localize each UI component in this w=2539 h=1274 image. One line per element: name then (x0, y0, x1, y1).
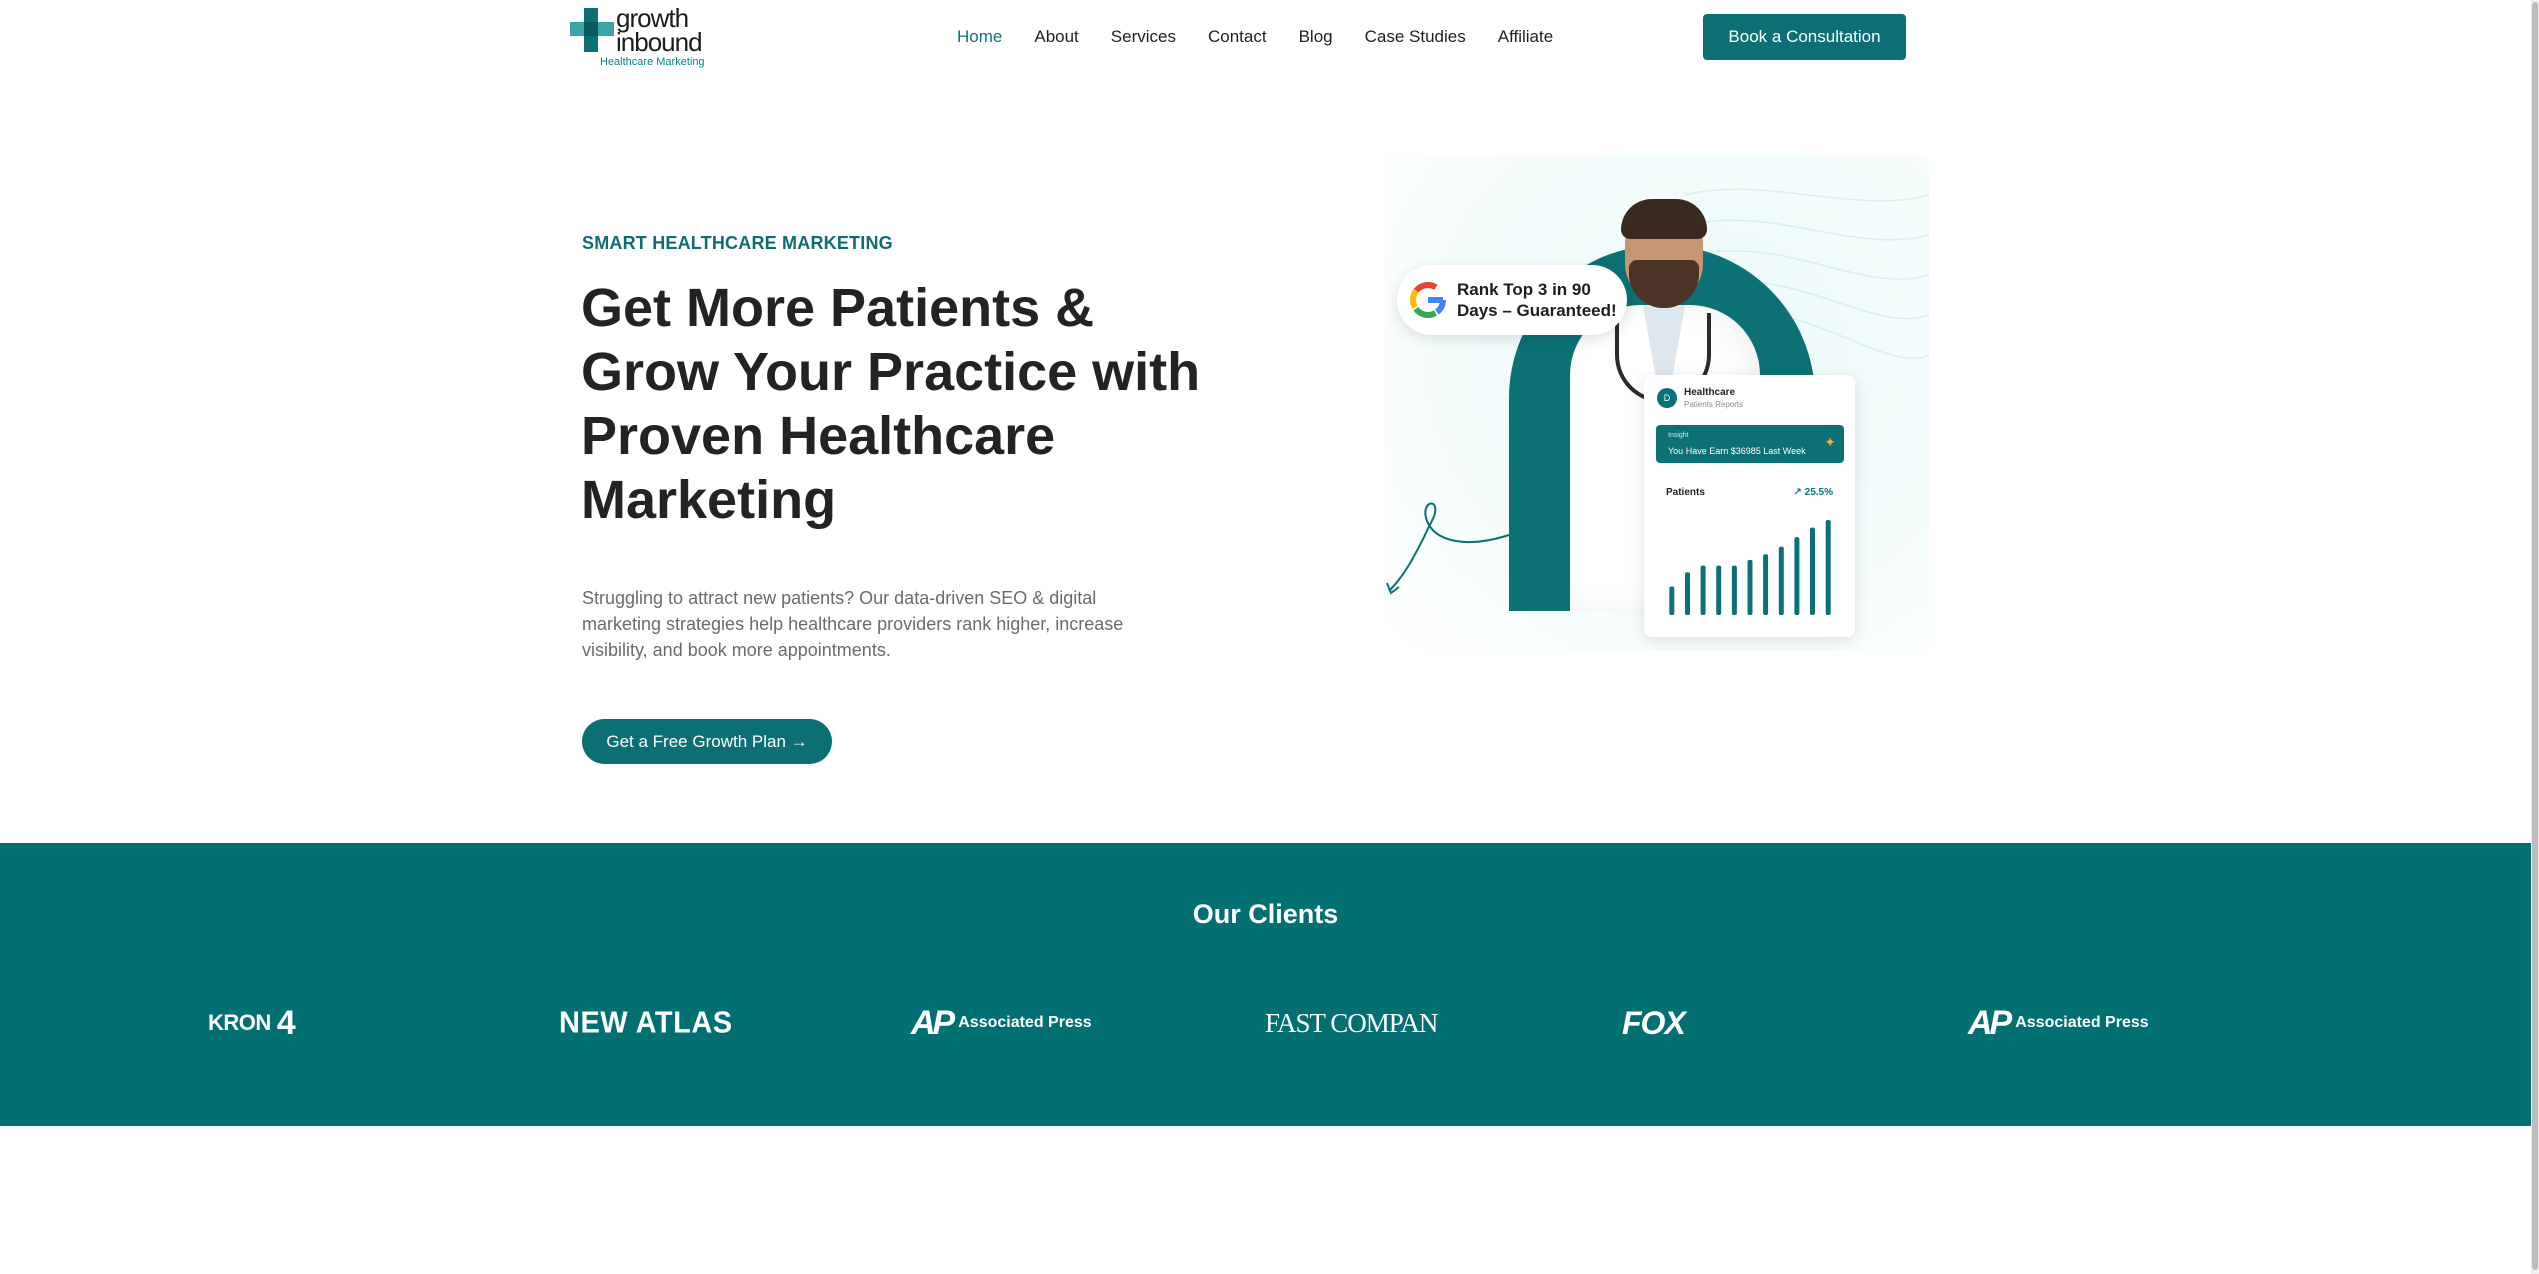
ap-mark: AP (1968, 1003, 2012, 1042)
main-nav: Home About Services Contact Blog Case St… (957, 26, 1585, 48)
nav-about[interactable]: About (1034, 26, 1078, 48)
insight-label: Insight (1668, 432, 1689, 439)
client-logo-ap-text: Associated Press (958, 1014, 1092, 1031)
nav-blog[interactable]: Blog (1299, 26, 1333, 48)
logo-word-inbound: inbound (616, 27, 703, 57)
insight-value: You Have Earn $36985 Last Week (1668, 446, 1806, 456)
hero-headline: Get More Patients & Grow Your Practice w… (581, 278, 1201, 530)
card-title: Healthcare (1684, 387, 1736, 398)
clients-heading: Our Clients (1192, 899, 1339, 929)
patients-bar (1716, 565, 1722, 615)
google-icon (1410, 282, 1446, 318)
patients-bar (1731, 565, 1737, 615)
nav-contact[interactable]: Contact (1208, 26, 1267, 48)
ap-mark: AP (911, 1003, 955, 1042)
client-logo-fast-company: FAST COMPAN (1265, 1007, 1438, 1038)
nav-services[interactable]: Services (1111, 26, 1176, 48)
client-logo-associated-press-2: AP Associated Press (1968, 1003, 2149, 1043)
hero-subtext: Struggling to attract new patients? Our … (582, 588, 1124, 660)
client-logo-new-atlas: NEW ATLAS (559, 1005, 733, 1040)
rank-badge-text: Rank Top 3 in 90 Days – Guaranteed! (1457, 280, 1617, 320)
patients-bar (1747, 559, 1753, 615)
client-logo-kron4: KRON 4 (208, 1003, 296, 1043)
patients-bar (1825, 520, 1831, 615)
scrollbar[interactable] (2531, 0, 2539, 1274)
decorative-squiggle (1386, 502, 1510, 595)
hero-eyebrow: SMART HEALTHCARE MARKETING (582, 233, 893, 253)
chart-label: Patients (1666, 487, 1705, 498)
patients-bar (1794, 537, 1800, 615)
patients-report-card: D Healthcare Patients Reports Insight Yo… (1644, 375, 1855, 637)
client-logo-associated-press: AP Associated Press (911, 1003, 1092, 1043)
patients-bar (1685, 572, 1690, 615)
patients-bar (1763, 554, 1769, 615)
nav-affiliate[interactable]: Affiliate (1498, 26, 1553, 48)
card-subtitle: Patients Reports (1684, 400, 1744, 409)
insight-banner: Insight You Have Earn $36985 Last Week ✦ (1656, 425, 1844, 463)
patients-bar (1669, 586, 1675, 615)
patients-bar-chart (1669, 520, 1831, 615)
client-logo-kron-number: 4 (276, 1003, 296, 1042)
logo-tagline: Healthcare Marketing (600, 56, 705, 68)
patients-bar (1810, 527, 1815, 615)
logo[interactable]: growth inbound Healthcare Marketing (570, 5, 720, 70)
site-header: growth inbound Healthcare Marketing Home… (0, 0, 2531, 72)
book-consultation-button[interactable]: Book a Consultation (1703, 14, 1906, 60)
doctor-hair (1621, 199, 1707, 239)
free-growth-plan-button[interactable]: Get a Free Growth Plan → (582, 719, 832, 764)
client-logo-fox: FOX (1622, 1004, 1686, 1041)
client-logo-ap-text: Associated Press (2015, 1014, 2149, 1031)
hero-image: Rank Top 3 in 90 Days – Guaranteed! D He… (1385, 155, 1929, 651)
nav-case-studies[interactable]: Case Studies (1365, 26, 1466, 48)
nav-home[interactable]: Home (957, 26, 1002, 48)
logo-wordmark: growth inbound (616, 5, 703, 57)
party-popper-icon: ✦ (1824, 434, 1836, 450)
clients-section: Our Clients KRON 4 NEW ATLAS AP Associat… (0, 843, 2531, 1126)
growth-indicator: ↗ 25.5% (1793, 487, 1833, 498)
patients-bar (1700, 565, 1706, 615)
medical-cross-icon (570, 8, 614, 52)
page: growth inbound Healthcare Marketing Home… (0, 0, 2539, 1274)
client-logo-kron-text: KRON (208, 1010, 271, 1035)
avatar: D (1657, 388, 1677, 408)
patients-bar (1778, 546, 1784, 615)
scrollbar-thumb[interactable] (2532, 2, 2538, 1270)
rank-badge: Rank Top 3 in 90 Days – Guaranteed! (1397, 265, 1627, 335)
